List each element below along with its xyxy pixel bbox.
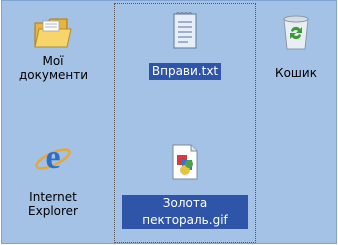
zolota-pektoral-label-line2: пектораль.gif <box>122 212 248 229</box>
desktop[interactable]: Мої документи Вправи.txt Кошик e Interne… <box>1 0 337 244</box>
vpravy-label: Вправи.txt <box>148 63 222 80</box>
zolota-pektoral-gif-file[interactable]: Золота пектораль.gif <box>122 143 248 229</box>
folder-icon <box>34 18 72 48</box>
internet-explorer-label-line2: Explorer <box>28 204 78 218</box>
my-documents-shortcut[interactable]: Мої документи <box>16 13 90 84</box>
recycle-bin-icon <box>283 15 309 50</box>
internet-explorer-shortcut[interactable]: e Internet Explorer <box>16 137 90 220</box>
text-file-icon <box>173 12 197 49</box>
vpravy-txt-file[interactable]: Вправи.txt <box>127 9 243 80</box>
recycle-bin[interactable]: Кошик <box>266 11 326 82</box>
svg-text:e: e <box>45 139 60 176</box>
my-documents-label-line2: документи <box>19 68 89 82</box>
image-file-icon <box>172 144 198 180</box>
zolota-pektoral-label-line1: Золота <box>122 195 248 212</box>
recycle-bin-label: Кошик <box>275 66 317 80</box>
internet-explorer-icon: e <box>35 139 71 176</box>
